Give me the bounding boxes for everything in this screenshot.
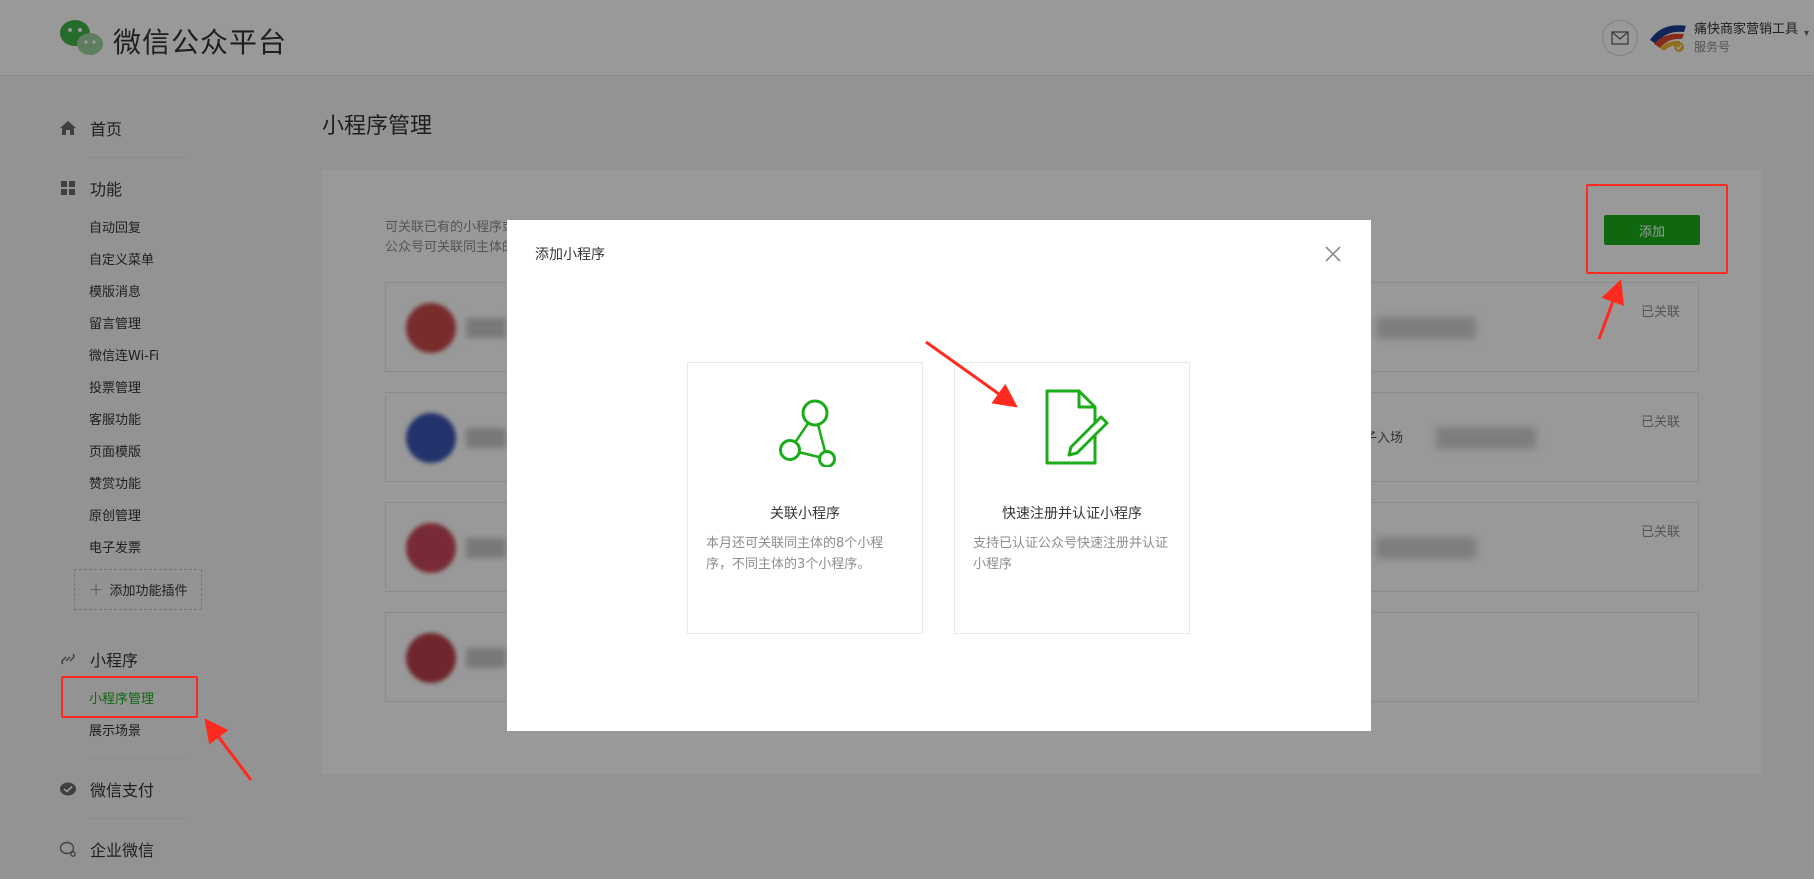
dialog-title: 添加小程序 bbox=[535, 247, 605, 263]
add-miniprogram-dialog: 添加小程序 关联小程序 本月还可关联同主体的8个小程序，不同主体的3个小程序。 … bbox=[507, 220, 1371, 731]
annotation-box-add-button bbox=[1586, 184, 1728, 274]
annotation-box-miniprogram-management bbox=[61, 676, 198, 718]
option-title: 关联小程序 bbox=[770, 506, 840, 522]
document-edit-icon bbox=[1045, 389, 1109, 465]
network-link-icon bbox=[779, 399, 836, 467]
option-description: 支持已认证公众号快速注册并认证小程序 bbox=[973, 536, 1169, 572]
option-description: 本月还可关联同主体的8个小程序，不同主体的3个小程序。 bbox=[706, 536, 884, 572]
close-icon[interactable] bbox=[1321, 242, 1345, 266]
quick-register-option[interactable]: 快速注册并认证小程序 支持已认证公众号快速注册并认证小程序 bbox=[954, 362, 1190, 634]
link-miniprogram-option[interactable]: 关联小程序 本月还可关联同主体的8个小程序，不同主体的3个小程序。 bbox=[687, 362, 923, 634]
option-title: 快速注册并认证小程序 bbox=[1002, 506, 1142, 522]
